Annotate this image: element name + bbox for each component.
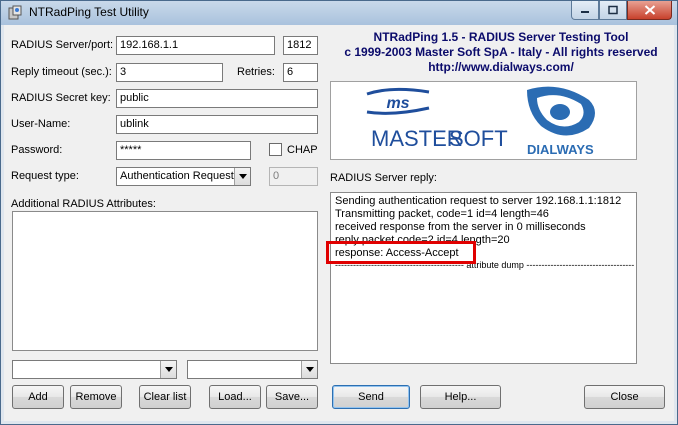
request-type-value: Authentication Request <box>120 170 234 182</box>
dialways-word: DIALWAYS <box>527 142 594 157</box>
maximize-icon <box>608 5 618 15</box>
logo-panel: ms MASTER SOFT DIALWAYS <box>330 81 637 160</box>
chap-checkbox[interactable] <box>269 143 282 156</box>
timeout-label: Reply timeout (sec.): <box>11 66 112 78</box>
request-number-input: 0 <box>269 167 318 186</box>
secret-input[interactable]: public <box>116 89 318 108</box>
password-label: Password: <box>11 144 63 156</box>
app-icon <box>8 5 22 20</box>
response-highlight-box <box>326 241 476 264</box>
request-type-label: Request type: <box>11 170 79 182</box>
dialways-logo: DIALWAYS <box>527 86 595 157</box>
retries-label: Retries: <box>237 66 275 78</box>
ms-mark: ms <box>386 95 409 112</box>
load-button[interactable]: Load... <box>209 385 261 409</box>
mastersoft-logo: ms MASTER SOFT <box>366 87 508 151</box>
header-title: NTRadPing 1.5 - RADIUS Server Testing To… <box>373 30 629 44</box>
chevron-down-icon <box>239 174 247 179</box>
reply-line: Transmitting packet, code=1 id=4 length=… <box>335 208 549 220</box>
password-input[interactable]: ***** <box>116 141 251 160</box>
reply-label: RADIUS Server reply: <box>330 172 437 184</box>
clear-list-button[interactable]: Clear list <box>139 385 191 409</box>
help-button[interactable]: Help... <box>420 385 501 409</box>
minimize-button[interactable] <box>571 1 599 20</box>
window-title: NTRadPing Test Utility <box>29 5 149 19</box>
close-window-button[interactable] <box>627 1 672 20</box>
close-icon <box>644 5 655 15</box>
server-input[interactable]: 192.168.1.1 <box>116 36 275 55</box>
attribute-value-select[interactable] <box>187 360 318 379</box>
soft-word: SOFT <box>449 126 508 151</box>
title-bar[interactable]: NTRadPing Test Utility <box>1 1 677 25</box>
reply-line: received response from the server in 0 m… <box>335 221 586 233</box>
username-input[interactable]: ublink <box>116 115 318 134</box>
request-type-select[interactable]: Authentication Request <box>116 167 251 186</box>
app-window: NTRadPing Test Utility RADIUS Server/por… <box>0 0 678 425</box>
timeout-input[interactable]: 3 <box>116 63 223 82</box>
username-label: User-Name: <box>11 118 71 130</box>
client-area: RADIUS Server/port: 192.168.1.1 1812 Rep… <box>4 25 674 421</box>
attributes-list[interactable] <box>12 211 318 351</box>
header-url[interactable]: http://www.dialways.com/ <box>330 60 672 74</box>
add-button[interactable]: Add <box>12 385 64 409</box>
dropdown-button[interactable] <box>234 168 250 185</box>
maximize-button[interactable] <box>599 1 627 20</box>
port-input[interactable]: 1812 <box>283 36 318 55</box>
send-button[interactable]: Send <box>332 385 410 409</box>
minimize-icon <box>581 11 589 13</box>
remove-button[interactable]: Remove <box>70 385 122 409</box>
secret-label: RADIUS Secret key: <box>11 92 111 104</box>
chevron-down-icon <box>165 367 173 372</box>
reply-line: Sending authentication request to server… <box>335 195 622 207</box>
reply-output[interactable]: Sending authentication request to server… <box>330 192 637 364</box>
chevron-down-icon <box>306 367 314 372</box>
attribute-name-select[interactable] <box>12 360 177 379</box>
logos-graphic: ms MASTER SOFT DIALWAYS <box>366 86 595 157</box>
save-button[interactable]: Save... <box>266 385 318 409</box>
dropdown-button[interactable] <box>160 361 176 378</box>
retries-input[interactable]: 6 <box>283 63 318 82</box>
server-label: RADIUS Server/port: <box>11 39 114 51</box>
attributes-label: Additional RADIUS Attributes: <box>11 198 156 210</box>
dropdown-button[interactable] <box>301 361 317 378</box>
header-copyright: c 1999-2003 Master Soft SpA - Italy - Al… <box>344 45 658 59</box>
close-button[interactable]: Close <box>584 385 665 409</box>
chap-label: CHAP <box>287 144 318 156</box>
